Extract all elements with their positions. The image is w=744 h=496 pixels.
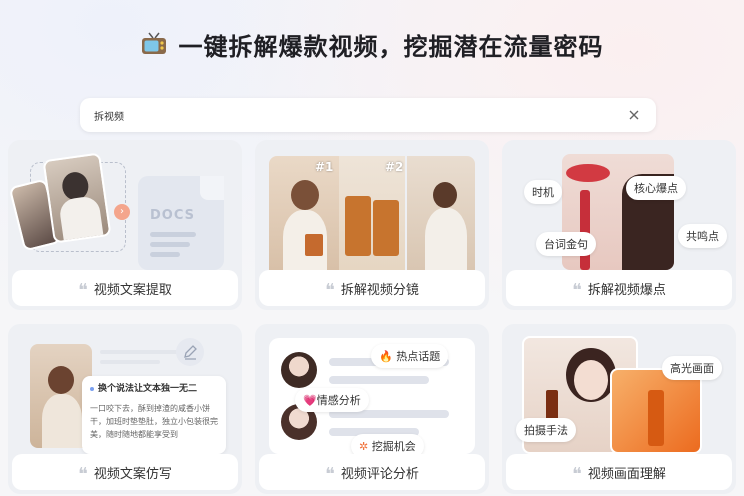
storyboard-frame bbox=[407, 156, 475, 270]
quote-icon: ❝ bbox=[78, 464, 88, 485]
tag-sentiment: 💗情感分析 bbox=[295, 388, 369, 412]
quote-icon: ❝ bbox=[78, 280, 88, 301]
card-title: 视频文案仿写 bbox=[93, 466, 172, 482]
popup-text: 一口咬下去，酥到掉渣的咸香小饼干，加班时垫垫肚，独立小包装很完美，随时随地都能享… bbox=[90, 404, 218, 439]
feature-card-highlights[interactable]: 时机 核心爆点 台词金句 共鸣点 ❝ 拆解视频爆点 bbox=[502, 140, 736, 310]
thumbnail-image bbox=[42, 152, 112, 244]
quote-icon: ❝ bbox=[325, 280, 335, 301]
card-label: ❝ 视频文案仿写 bbox=[12, 454, 238, 490]
tv-icon bbox=[141, 32, 167, 56]
card-label: ❝ 视频评论分析 bbox=[259, 454, 485, 490]
card-title: 视频评论分析 bbox=[340, 466, 419, 482]
heart-icon: 💗 bbox=[303, 394, 317, 407]
avatar bbox=[281, 352, 317, 388]
card-visual: 🔥 热点话题 💗情感分析 ✲ 挖掘机会 bbox=[255, 324, 489, 458]
document-icon: DOCS bbox=[138, 176, 224, 270]
rewrite-popup: 换个说法让文本独一无二 一口咬下去，酥到掉渣的咸香小饼干，加班时垫垫肚，独立小包… bbox=[82, 376, 226, 454]
tag-core-highlight: 核心爆点 bbox=[626, 176, 686, 200]
card-label: ❝ 视频文案提取 bbox=[12, 270, 238, 306]
card-title: 拆解视频分镜 bbox=[340, 282, 419, 298]
tag-filming-technique: 拍摄手法 bbox=[516, 418, 576, 442]
feature-card-storyboard[interactable]: #1 #2 ❝ 拆解视频分镜 bbox=[255, 140, 489, 310]
docs-label: DOCS bbox=[150, 208, 195, 223]
feature-card-copy-rewrite[interactable]: 换个说法让文本独一无二 一口咬下去，酥到掉渣的咸香小饼干，加班时垫垫肚，独立小包… bbox=[8, 324, 242, 494]
tag-golden-line: 台词金句 bbox=[536, 232, 596, 256]
card-visual: › DOCS bbox=[8, 140, 242, 270]
popup-title: 换个说法让文本独一无二 bbox=[90, 381, 218, 394]
card-visual: 换个说法让文本独一无二 一口咬下去，酥到掉渣的咸香小饼干，加班时垫垫肚，独立小包… bbox=[8, 324, 242, 454]
quote-icon: ❝ bbox=[572, 464, 582, 485]
close-icon[interactable] bbox=[626, 107, 642, 123]
fire-icon: 🔥 bbox=[379, 350, 393, 363]
feature-card-copy-extract[interactable]: › DOCS ❝ 视频文案提取 bbox=[8, 140, 242, 310]
tag-highlight-frame: 高光画面 bbox=[662, 356, 722, 380]
search-input[interactable]: 拆视频 bbox=[94, 108, 626, 123]
shot-number: #2 bbox=[385, 160, 404, 174]
tag-hot-topic: 🔥 热点话题 bbox=[371, 344, 449, 368]
product-closeup bbox=[610, 368, 702, 454]
card-visual: #1 #2 bbox=[255, 140, 489, 270]
quote-icon: ❝ bbox=[572, 280, 582, 301]
sparkle-icon: ✲ bbox=[359, 440, 369, 453]
edit-icon bbox=[176, 338, 204, 366]
arrow-right-icon: › bbox=[114, 204, 130, 220]
shot-number: #1 bbox=[315, 160, 334, 174]
card-label: ❝ 拆解视频爆点 bbox=[506, 270, 732, 306]
page-title: 一键拆解爆款视频，挖掘潜在流量密码 bbox=[178, 32, 604, 61]
page-header: 一键拆解爆款视频，挖掘潜在流量密码 bbox=[0, 22, 744, 66]
tag-timing: 时机 bbox=[524, 180, 562, 204]
card-title: 视频文案提取 bbox=[93, 282, 172, 298]
card-label: ❝ 视频画面理解 bbox=[506, 454, 732, 490]
card-label: ❝ 拆解视频分镜 bbox=[259, 270, 485, 306]
tag-resonance: 共鸣点 bbox=[678, 224, 727, 248]
search-bar[interactable]: 拆视频 bbox=[80, 98, 656, 132]
card-title: 拆解视频爆点 bbox=[587, 282, 666, 298]
feature-card-visual-understanding[interactable]: 高光画面 拍摄手法 ❝ 视频画面理解 bbox=[502, 324, 736, 494]
quote-icon: ❝ bbox=[325, 464, 335, 485]
feature-card-comment-analysis[interactable]: 🔥 热点话题 💗情感分析 ✲ 挖掘机会 ❝ 视频评论分析 bbox=[255, 324, 489, 494]
card-visual: 高光画面 拍摄手法 bbox=[502, 324, 736, 454]
card-title: 视频画面理解 bbox=[587, 466, 666, 482]
card-visual: 时机 核心爆点 台词金句 共鸣点 bbox=[502, 140, 736, 270]
